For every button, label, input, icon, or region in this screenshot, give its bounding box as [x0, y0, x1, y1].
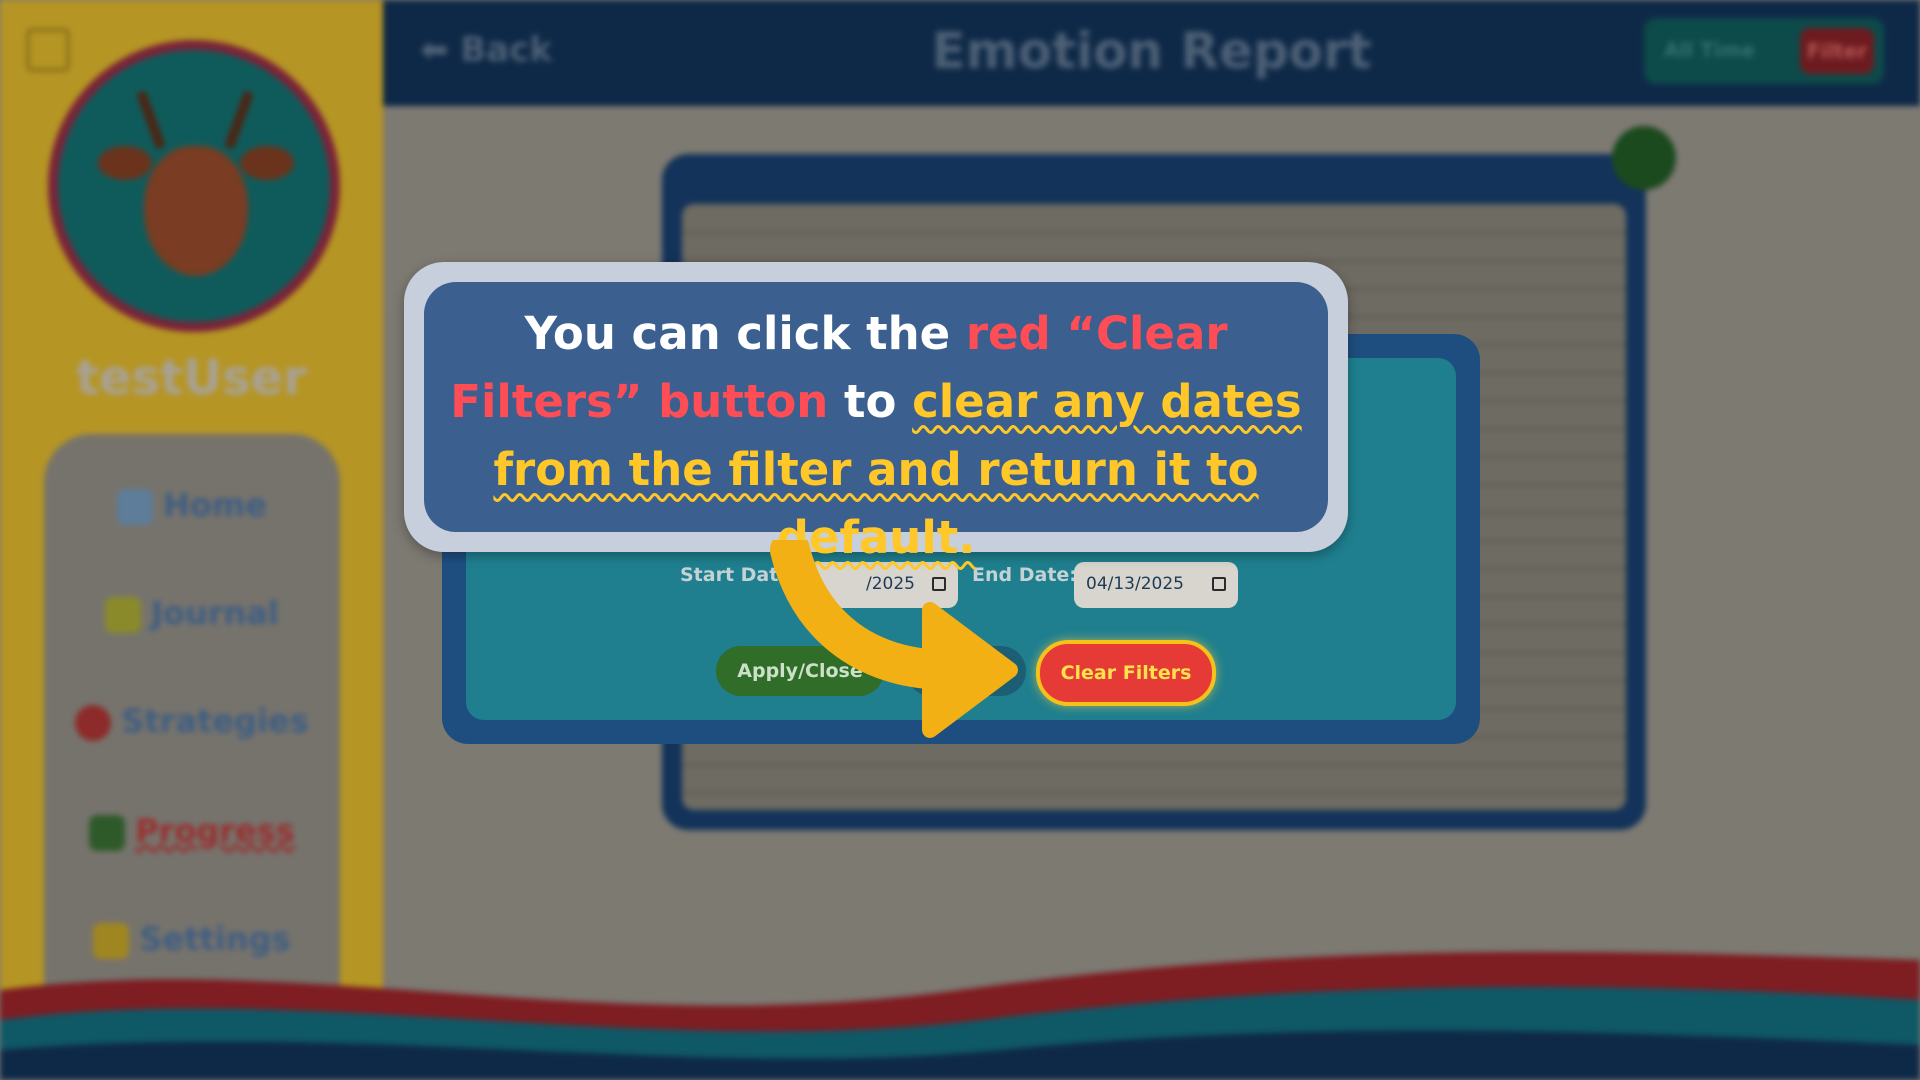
tooltip-part-1: You can click the [524, 307, 966, 360]
deer-antler-left [136, 90, 166, 150]
download-icon[interactable] [1612, 126, 1676, 190]
sidebar-item-journal[interactable]: Journal [44, 594, 340, 633]
calendar-icon[interactable] [1212, 577, 1226, 591]
app-screen: testUser Home Journal Strategies Progres… [0, 0, 1920, 1080]
pointer-arrow-icon [770, 540, 1018, 738]
all-time-button[interactable]: All Time [1664, 38, 1755, 62]
table-row [682, 204, 1626, 234]
username: testUser [76, 350, 307, 406]
range-toggle: All Time Filter [1644, 18, 1884, 84]
sidebar-item-label: Home [163, 486, 267, 524]
table-row [682, 764, 1626, 794]
tooltip-part-3: to [828, 375, 913, 428]
filter-button[interactable]: Filter [1800, 28, 1874, 74]
sidebar-item-label: Progress [135, 812, 295, 850]
pencil-icon [105, 597, 142, 633]
clear-filters-button[interactable]: Clear Filters [1036, 640, 1216, 706]
lightbulb-icon [75, 705, 112, 741]
logout-icon[interactable] [26, 28, 70, 72]
wave-decoration [0, 951, 1920, 1080]
table-header [662, 176, 1646, 206]
sidebar-item-progress[interactable]: Progress [44, 812, 340, 851]
avatar[interactable] [48, 40, 340, 332]
sidebar: testUser Home Journal Strategies Progres… [0, 0, 383, 1080]
deer-ear-right [240, 146, 294, 180]
home-icon [117, 489, 154, 525]
sidebar-item-home[interactable]: Home [44, 486, 340, 525]
tooltip-text: You can click the red “Clear Filters” bu… [424, 300, 1328, 572]
end-date-value: 04/13/2025 [1086, 574, 1184, 594]
table-row [682, 232, 1626, 262]
deer-antler-right [224, 90, 254, 150]
sidebar-item-label: Journal [151, 594, 279, 632]
deer-face [144, 146, 248, 276]
chart-icon [89, 815, 126, 851]
deer-ear-left [98, 146, 152, 180]
sidebar-item-strategies[interactable]: Strategies [44, 702, 340, 741]
sidebar-item-label: Strategies [121, 702, 309, 740]
